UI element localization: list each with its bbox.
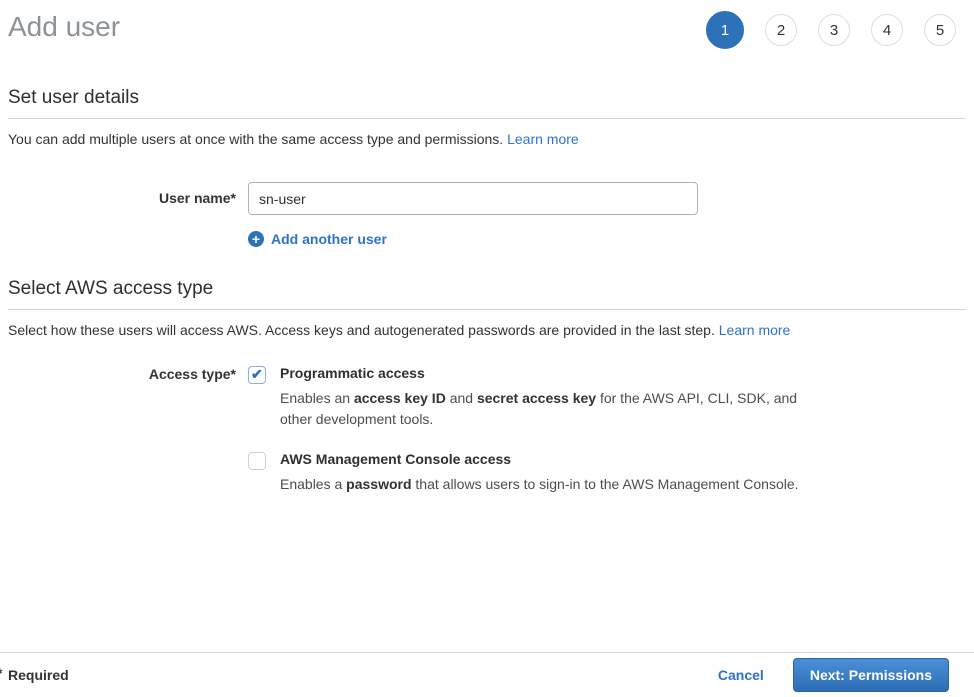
learn-more-link-access-type[interactable]: Learn more bbox=[719, 322, 791, 338]
step-circle-5: 5 bbox=[924, 14, 956, 46]
page-header: Add user 12345 bbox=[8, 0, 966, 49]
programmatic-access-checkbox[interactable] bbox=[248, 366, 266, 384]
user-details-description-text: You can add multiple users at once with … bbox=[8, 131, 503, 147]
programmatic-access-description: Enables an access key ID and secret acce… bbox=[280, 388, 820, 430]
section-heading-user-details: Set user details bbox=[8, 87, 966, 109]
section-divider bbox=[8, 118, 966, 119]
cancel-button[interactable]: Cancel bbox=[718, 667, 764, 683]
required-asterisk: * bbox=[0, 665, 2, 681]
programmatic-access-title[interactable]: Programmatic access bbox=[280, 365, 820, 381]
access-type-label: Access type* bbox=[8, 365, 248, 495]
console-access-checkbox[interactable] bbox=[248, 452, 266, 470]
plus-circle-icon: + bbox=[248, 231, 264, 247]
access-type-options: Programmatic access Enables an access ke… bbox=[248, 365, 966, 495]
next-permissions-button[interactable]: Next: Permissions bbox=[793, 658, 949, 692]
user-details-description: You can add multiple users at once with … bbox=[8, 131, 966, 147]
username-label: User name* bbox=[8, 182, 248, 249]
access-type-row: Access type* Programmatic access Enables… bbox=[8, 365, 966, 495]
add-another-user-button[interactable]: + Add another user bbox=[248, 231, 387, 247]
required-note: * Required bbox=[8, 667, 69, 683]
option-console-access: AWS Management Console access Enables a … bbox=[248, 451, 966, 495]
step-circle-4: 4 bbox=[871, 14, 903, 46]
learn-more-link-user-details[interactable]: Learn more bbox=[507, 131, 579, 147]
access-type-description-text: Select how these users will access AWS. … bbox=[8, 322, 715, 338]
wizard-footer: * Required Cancel Next: Permissions bbox=[0, 652, 974, 697]
step-circle-1: 1 bbox=[706, 11, 744, 49]
option-programmatic-access: Programmatic access Enables an access ke… bbox=[248, 365, 966, 430]
add-user-page: Add user 12345 Set user details You can … bbox=[0, 0, 974, 495]
add-another-user-label: Add another user bbox=[271, 231, 387, 247]
required-text: Required bbox=[8, 667, 69, 683]
section-heading-access-type: Select AWS access type bbox=[8, 278, 966, 300]
username-row: User name* + Add another user bbox=[8, 182, 966, 249]
wizard-step-indicator: 12345 bbox=[706, 11, 956, 49]
console-access-description: Enables a password that allows users to … bbox=[280, 474, 799, 495]
section-divider bbox=[8, 309, 966, 310]
step-circle-2: 2 bbox=[765, 14, 797, 46]
console-access-title[interactable]: AWS Management Console access bbox=[280, 451, 799, 467]
step-circle-3: 3 bbox=[818, 14, 850, 46]
access-type-description: Select how these users will access AWS. … bbox=[8, 322, 966, 338]
page-title: Add user bbox=[8, 10, 120, 44]
username-input[interactable] bbox=[248, 182, 698, 215]
username-control: + Add another user bbox=[248, 182, 966, 249]
footer-actions: Cancel Next: Permissions bbox=[718, 658, 949, 692]
